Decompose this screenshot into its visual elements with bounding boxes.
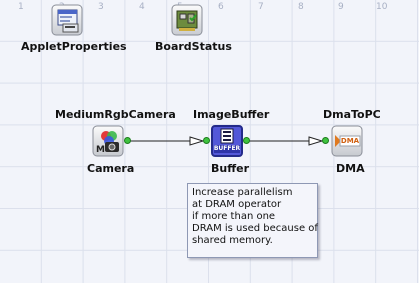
- link-arrowhead: [189, 136, 205, 146]
- board-status-label: BoardStatus: [155, 40, 232, 53]
- camera-output-port[interactable]: [124, 137, 131, 144]
- tooltip-line: DRAM is used because of: [192, 223, 318, 234]
- camera-instance-label: Camera: [87, 162, 135, 175]
- dma-input-port[interactable]: [322, 137, 329, 144]
- dma-icon-text: DMA: [340, 137, 360, 145]
- buffer-input-port[interactable]: [203, 137, 210, 144]
- camera-icon[interactable]: M: [92, 125, 124, 157]
- ruler-number: 7: [258, 2, 264, 12]
- dma-type-label: DmaToPC: [323, 108, 381, 121]
- buffer-instance-label: Buffer: [211, 162, 250, 175]
- design-canvas[interactable]: 1 2 3 4 5 6 7 8 9 10 AppletProperties: [0, 0, 419, 283]
- tooltip-line: shared memory.: [192, 235, 273, 246]
- buffer-icon[interactable]: BUFFER: [211, 125, 243, 157]
- dma-icon[interactable]: DMA: [331, 125, 363, 157]
- ruler-number: 8: [298, 2, 304, 12]
- applet-properties-label: AppletProperties: [21, 40, 127, 53]
- link-arrowhead: [308, 136, 324, 146]
- tooltip-line: at DRAM operator: [192, 199, 282, 210]
- applet-properties-icon[interactable]: [51, 4, 83, 36]
- ruler-number: 10: [376, 2, 388, 12]
- buffer-type-label: ImageBuffer: [193, 108, 270, 121]
- ruler-number: 4: [139, 2, 145, 12]
- buffer-output-port[interactable]: [243, 137, 250, 144]
- camera-type-label: MediumRgbCamera: [55, 108, 176, 121]
- ruler-number: 1: [18, 2, 24, 12]
- tooltip-line: if more than one: [192, 211, 276, 222]
- ruler-number: 6: [218, 2, 224, 12]
- ruler-number: 3: [98, 2, 104, 12]
- buffer-icon-text: BUFFER: [213, 145, 241, 152]
- tooltip: Increase parallelism at DRAM operator if…: [187, 183, 318, 258]
- svg-text:M: M: [96, 145, 105, 155]
- board-status-icon[interactable]: [171, 4, 203, 36]
- dma-instance-label: DMA: [336, 162, 365, 175]
- ruler-number: 9: [338, 2, 344, 12]
- tooltip-line: Increase parallelism: [192, 187, 293, 198]
